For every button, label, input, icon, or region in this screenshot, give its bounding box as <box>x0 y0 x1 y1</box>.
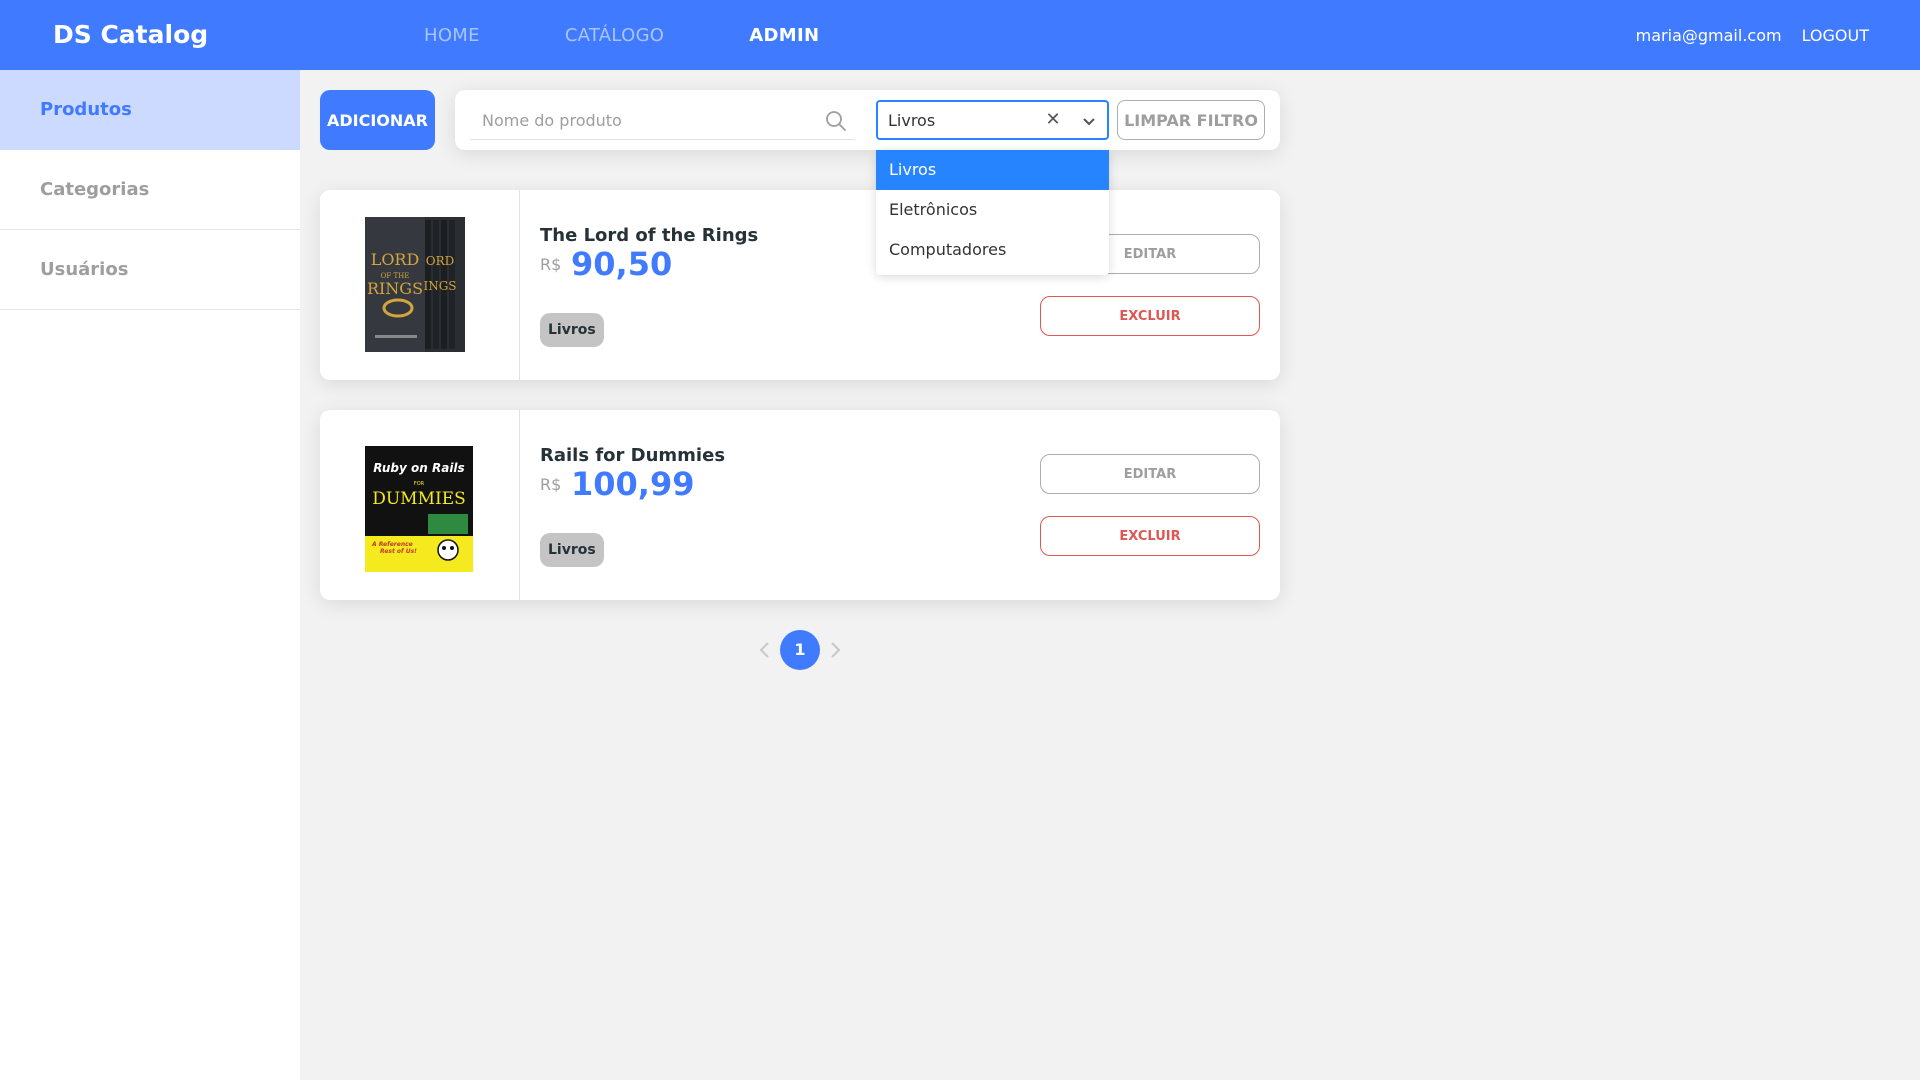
category-select[interactable]: Livros ✕ <box>876 100 1109 140</box>
page-number-button[interactable]: 1 <box>780 630 820 670</box>
category-badge: Livros <box>540 313 604 347</box>
product-image: Ruby on Rails FOR DUMMIES A Reference Re… <box>320 410 520 600</box>
nav-link-admin[interactable]: ADMIN <box>749 25 819 46</box>
filter-card: Livros ✕ LIMPAR FILTRO <box>455 90 1280 150</box>
svg-text:RINGS: RINGS <box>367 279 423 298</box>
dropdown-option-livros[interactable]: Livros <box>876 150 1109 190</box>
sidebar-item-usuarios[interactable]: Usuários <box>0 230 300 310</box>
pagination: 1 <box>755 630 845 670</box>
svg-text:Ruby on Rails: Ruby on Rails <box>373 461 464 475</box>
sidebar-item-produtos[interactable]: Produtos <box>0 70 300 150</box>
search-input[interactable] <box>470 100 810 140</box>
svg-text:Rest of Us!: Rest of Us! <box>380 548 417 555</box>
product-card: LORD OF THE RINGS ORD INGS The Lord of t… <box>320 190 1280 380</box>
sidebar: Produtos Categorias Usuários <box>0 70 300 1080</box>
delete-button[interactable]: EXCLUIR <box>1040 516 1260 556</box>
price-value: 90,50 <box>571 245 673 283</box>
sidebar-item-categorias[interactable]: Categorias <box>0 150 300 230</box>
nav-links: HOME CATÁLOGO ADMIN <box>424 0 904 70</box>
svg-text:ORD: ORD <box>426 254 455 268</box>
chevron-right-icon[interactable] <box>825 640 845 660</box>
navbar: DS Catalog HOME CATÁLOGO ADMIN maria@gma… <box>0 0 1920 70</box>
product-name: The Lord of the Rings <box>540 225 759 246</box>
user-email: maria@gmail.com <box>1635 25 1782 45</box>
svg-text:DUMMIES: DUMMIES <box>372 489 466 509</box>
lord-of-the-rings-book-cover-icon: LORD OF THE RINGS ORD INGS <box>365 217 465 352</box>
nav-link-catalog[interactable]: CATÁLOGO <box>565 25 664 46</box>
brand-logo[interactable]: DS Catalog <box>53 0 208 70</box>
price-currency: R$ <box>540 255 562 274</box>
logout-link[interactable]: LOGOUT <box>1802 26 1869 45</box>
search-icon[interactable] <box>825 110 847 132</box>
price-value: 100,99 <box>571 465 695 503</box>
chevron-left-icon[interactable] <box>755 640 775 660</box>
add-product-button[interactable]: ADICIONAR <box>320 90 435 150</box>
rails-for-dummies-book-cover-icon: Ruby on Rails FOR DUMMIES A Reference Re… <box>365 440 473 572</box>
category-badge: Livros <box>540 533 604 567</box>
product-card: Ruby on Rails FOR DUMMIES A Reference Re… <box>320 410 1280 600</box>
edit-button[interactable]: EDITAR <box>1040 454 1260 494</box>
svg-text:FOR: FOR <box>414 481 425 487</box>
delete-button[interactable]: EXCLUIR <box>1040 296 1260 336</box>
chevron-down-icon[interactable] <box>1081 113 1097 129</box>
clear-selection-icon[interactable]: ✕ <box>1044 110 1062 130</box>
price-currency: R$ <box>540 475 562 494</box>
svg-text:LORD: LORD <box>371 250 420 269</box>
category-dropdown-menu: Livros Eletrônicos Computadores <box>876 150 1109 275</box>
svg-text:INGS: INGS <box>423 279 456 293</box>
dropdown-option-computadores[interactable]: Computadores <box>876 230 1109 270</box>
clear-filter-button[interactable]: LIMPAR FILTRO <box>1117 100 1265 140</box>
dropdown-option-eletronicos[interactable]: Eletrônicos <box>876 190 1109 230</box>
user-area: maria@gmail.com LOGOUT <box>1636 0 1869 70</box>
svg-text:A Reference: A Reference <box>371 541 413 548</box>
nav-link-home[interactable]: HOME <box>424 25 480 46</box>
search-wrap <box>470 100 855 140</box>
product-image: LORD OF THE RINGS ORD INGS <box>320 190 520 380</box>
category-select-value: Livros <box>888 111 936 130</box>
product-name: Rails for Dummies <box>540 445 726 466</box>
